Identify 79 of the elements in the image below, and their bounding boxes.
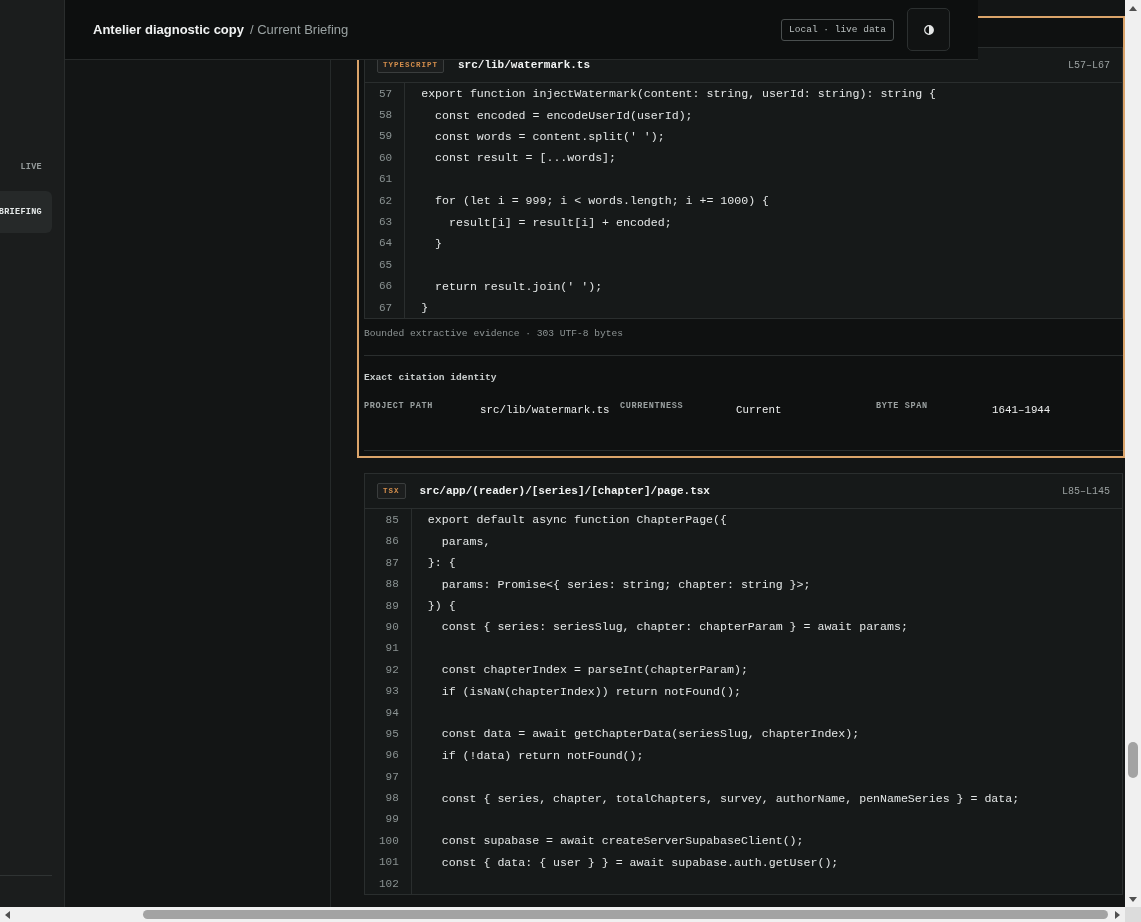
line-number: 90	[385, 619, 399, 634]
field-label: CURRENTNESS	[620, 400, 684, 414]
line-number: 61	[379, 172, 393, 187]
code-line: params: Promise<{ series: string; chapter: string }>;	[440, 576, 811, 592]
line-number: 59	[379, 129, 393, 144]
code-line: const words = content.split(' ');	[434, 128, 665, 144]
breadcrumb: / Current Briefing	[250, 22, 349, 37]
code-line: const { data: { user } } = await supabase.auth.getUser();	[440, 854, 839, 870]
line-number: 65	[379, 257, 393, 272]
code-line: return result.join(' ');	[434, 278, 603, 294]
down-arrow-icon[interactable]	[1129, 896, 1137, 902]
line-number: 85	[385, 513, 399, 527]
half-circle-icon	[923, 24, 934, 35]
line-number: 58	[379, 108, 393, 123]
scrollbar-thumb[interactable]	[143, 910, 1108, 919]
line-number: 97	[385, 769, 399, 784]
code-line: const { series, chapter, totalChapters, survey, authorName, penNameSeries } = data;	[440, 790, 1020, 806]
code-line: }	[421, 300, 429, 316]
code-line: if (isNaN(chapterIndex)) return notFound();	[440, 683, 741, 699]
theme-toggle-button[interactable]	[907, 8, 950, 51]
line-number: 87	[385, 555, 399, 570]
code-line: result[i] = result[i] + encoded;	[448, 214, 672, 230]
citation-title: Exact citation identity	[364, 371, 497, 386]
code-line: const chapterIndex = parseInt(chapterParam);	[440, 662, 748, 678]
horizontal-scrollbar[interactable]	[0, 907, 1125, 922]
file-path: src/lib/watermark.ts	[458, 59, 591, 71]
scrollbar-thumb[interactable]	[1128, 742, 1138, 778]
left-arrow-icon[interactable]	[5, 910, 10, 919]
scrollbar-corner	[1125, 907, 1141, 922]
line-number: 92	[385, 662, 399, 677]
field-label: BYTE SPAN	[876, 400, 928, 414]
line-range: L57–L67	[1068, 59, 1110, 71]
code-line: }: {	[427, 555, 456, 571]
field-value: src/lib/watermark.ts	[480, 403, 610, 419]
code-line: const supabase = await createServerSupabaseClient();	[440, 833, 804, 849]
line-number: 100	[379, 833, 399, 848]
code-line: }	[434, 235, 443, 251]
evidence-note: Bounded extractive evidence · 303 UTF-8 bytes	[364, 327, 624, 342]
line-number: 67	[379, 300, 393, 315]
line-number: 60	[379, 150, 393, 165]
code-line: export default async function ChapterPage({	[427, 512, 727, 528]
line-number: 64	[379, 236, 393, 251]
line-number: 88	[385, 577, 399, 592]
field-value: Current	[736, 403, 782, 419]
field-value: 1641–1944	[992, 403, 1051, 419]
code-line: for (let i = 999; i < words.length; i += 1000) {	[434, 193, 770, 209]
line-number: 95	[385, 726, 399, 741]
line-number: 89	[385, 598, 399, 613]
line-number: 86	[385, 534, 399, 549]
page-title: Antelier diagnostic copy	[93, 22, 244, 37]
up-arrow-icon[interactable]	[1129, 5, 1137, 11]
code-line: export function injectWatermark(content: string, userId: string): string {	[421, 86, 937, 102]
sidebar-item[interactable]: LIVE	[20, 161, 42, 173]
field-label: PROJECT PATH	[364, 400, 433, 414]
code-line: }) {	[427, 598, 456, 614]
code-line: const encoded = encodeUserId(userId);	[434, 107, 693, 123]
code-line: const data = await getChapterData(seriesSlug, chapterIndex);	[440, 726, 860, 742]
code-line: if (!data) return notFound();	[440, 747, 644, 763]
line-number: 93	[385, 684, 399, 699]
file-path: src/app/(reader)/[series]/[chapter]/page.tsx	[419, 485, 710, 498]
code-line: params,	[440, 533, 491, 549]
line-number: 62	[379, 193, 393, 208]
line-number: 91	[385, 641, 399, 656]
line-number: 63	[379, 215, 393, 230]
right-arrow-icon[interactable]	[1115, 910, 1120, 919]
line-number: 96	[385, 748, 399, 763]
sidebar-item[interactable]: BRIEFING	[0, 191, 52, 233]
data-source-tag: Local · live data	[781, 18, 894, 41]
line-number: 66	[379, 279, 393, 294]
line-range: L85–L145	[1062, 485, 1110, 497]
code-line: const result = [...words];	[434, 150, 616, 166]
line-number: 99	[385, 812, 399, 827]
line-number: 57	[379, 86, 393, 101]
line-number: 94	[385, 705, 399, 720]
vertical-scrollbar[interactable]	[1125, 0, 1141, 907]
line-number: 101	[379, 855, 399, 870]
line-number: 98	[385, 791, 399, 806]
line-number: 102	[379, 876, 399, 891]
code-line: const { series: seriesSlug, chapter: chapterParam } = await params;	[440, 619, 908, 635]
